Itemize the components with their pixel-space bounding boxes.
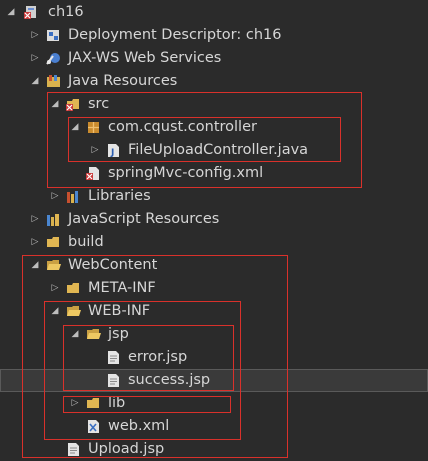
tree-item-lib[interactable]: ▷ lib: [0, 392, 428, 415]
tree-item-package[interactable]: ◢ com.cqust.controller: [0, 116, 428, 139]
expand-arrow-icon[interactable]: ▷: [70, 398, 80, 408]
java-resources-icon: [47, 75, 60, 87]
tree-item-build[interactable]: ▷ build: [0, 231, 428, 254]
tree-item-webinf[interactable]: ◢ WEB-INF: [0, 300, 428, 323]
expand-arrow-icon[interactable]: ▷: [50, 191, 60, 201]
controller-file-label: FileUploadController.java: [128, 142, 309, 158]
tree-item-web-xml[interactable]: web.xml: [0, 415, 428, 438]
collapse-arrow-icon[interactable]: ◢: [70, 122, 80, 132]
jsp-file-icon: [68, 443, 79, 456]
libraries-icon: [67, 191, 78, 203]
tree-item-js-resources[interactable]: ▷ JavaScript Resources: [0, 208, 428, 231]
web-services-icon: [46, 53, 60, 65]
tree-item-java-resources[interactable]: ◢ Java Resources: [0, 70, 428, 93]
spring-config-label: springMvc-config.xml: [108, 165, 264, 181]
open-folder-icon: [67, 306, 81, 316]
expand-arrow-icon[interactable]: ▷: [30, 30, 40, 40]
tree-item-webcontent[interactable]: ◢ WebContent: [0, 254, 428, 277]
java-resources-label: Java Resources: [68, 73, 178, 89]
folder-icon: [87, 398, 99, 408]
jaxws-label: JAX-WS Web Services: [68, 50, 222, 66]
webinf-label: WEB-INF: [88, 303, 151, 319]
package-icon: [88, 122, 99, 133]
javascript-resources-icon: [47, 214, 59, 226]
xml-file-error-icon: [86, 167, 99, 180]
error-jsp-label: error.jsp: [128, 349, 188, 365]
expand-arrow-icon[interactable]: ▷: [50, 283, 60, 293]
upload-jsp-label: Upload.jsp: [88, 441, 165, 457]
deployment-descriptor-icon: [47, 30, 59, 41]
metainf-label: META-INF: [88, 280, 156, 296]
open-folder-icon: [47, 260, 61, 270]
build-label: build: [68, 234, 104, 250]
java-file-icon: J: [108, 144, 119, 158]
tree-item-deployment-descriptor[interactable]: ▷ Deployment Descriptor: ch16: [0, 24, 428, 47]
lib-label: lib: [108, 395, 126, 411]
open-folder-icon: [87, 329, 101, 339]
tree-item-src[interactable]: ◢ src: [0, 93, 428, 116]
project-label: ch16: [48, 4, 84, 20]
tree-item-jaxws[interactable]: ▷ JAX-WS Web Services: [0, 47, 428, 70]
folder-icon: [47, 237, 59, 247]
src-label: src: [88, 96, 110, 112]
success-jsp-label: success.jsp: [128, 372, 211, 388]
expand-arrow-icon[interactable]: ▷: [90, 145, 100, 155]
web-project-icon: [24, 6, 36, 19]
svg-text:J: J: [110, 148, 114, 158]
tree-item-upload-jsp[interactable]: Upload.jsp: [0, 438, 428, 461]
collapse-arrow-icon[interactable]: ◢: [6, 7, 16, 17]
web-xml-label: web.xml: [108, 418, 170, 434]
js-resources-label: JavaScript Resources: [68, 211, 220, 227]
webcontent-label: WebContent: [68, 257, 158, 273]
tree-item-libraries[interactable]: ▷ Libraries: [0, 185, 428, 208]
tree-item-jsp-folder[interactable]: ◢ jsp: [0, 323, 428, 346]
folder-icon: [67, 283, 79, 293]
deployment-descriptor-label: Deployment Descriptor: ch16: [68, 27, 282, 43]
source-folder-icon: [66, 99, 79, 111]
tree-item-success-jsp[interactable]: success.jsp: [0, 369, 428, 392]
tree-item-controller-file[interactable]: ▷ J FileUploadController.java: [0, 139, 428, 162]
collapse-arrow-icon[interactable]: ◢: [30, 76, 40, 86]
xml-file-icon: [88, 420, 99, 433]
expand-arrow-icon[interactable]: ▷: [30, 214, 40, 224]
collapse-arrow-icon[interactable]: ◢: [50, 99, 60, 109]
collapse-arrow-icon[interactable]: ◢: [70, 329, 80, 339]
collapse-arrow-icon[interactable]: ◢: [50, 306, 60, 316]
jsp-file-icon: [108, 374, 119, 387]
collapse-arrow-icon[interactable]: ◢: [30, 260, 40, 270]
jsp-file-icon: [108, 351, 119, 364]
expand-arrow-icon[interactable]: ▷: [30, 53, 40, 63]
tree-item-error-jsp[interactable]: error.jsp: [0, 346, 428, 369]
package-label: com.cqust.controller: [108, 119, 257, 135]
jsp-folder-label: jsp: [108, 326, 129, 342]
tree-item-metainf[interactable]: ▷ META-INF: [0, 277, 428, 300]
expand-arrow-icon[interactable]: ▷: [30, 237, 40, 247]
tree-item-project[interactable]: ◢ ch16: [0, 1, 428, 24]
libraries-label: Libraries: [88, 188, 151, 204]
tree-item-spring-config[interactable]: springMvc-config.xml: [0, 162, 428, 185]
